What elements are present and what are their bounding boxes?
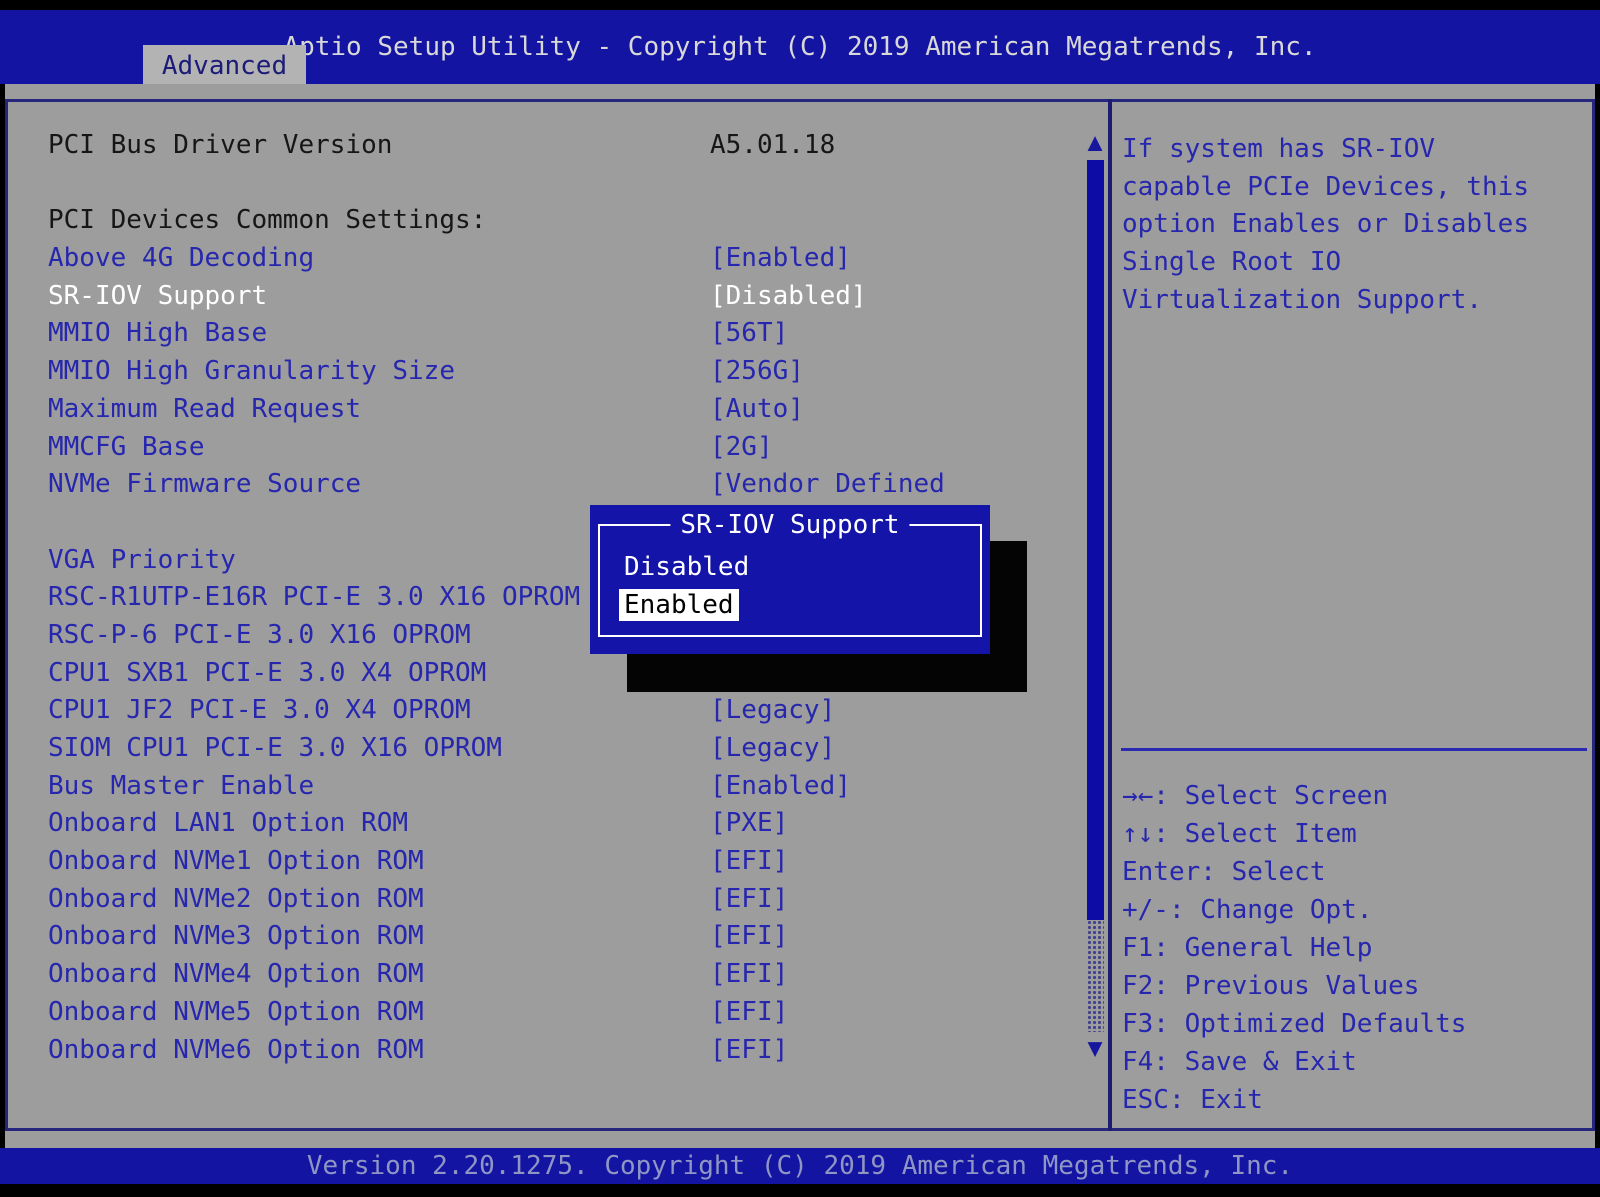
option-value: [256G] — [710, 356, 1085, 394]
option-label: Onboard NVMe6 Option ROM — [48, 1035, 710, 1073]
option-value: [Legacy] — [710, 695, 1085, 733]
bios-option-row[interactable]: SR-IOV Support[Disabled] — [48, 281, 1085, 319]
option-value: [56T] — [710, 318, 1085, 356]
hotkey-hint: F3: Optimized Defaults — [1122, 1005, 1584, 1043]
bios-option-row[interactable]: SIOM CPU1 PCI-E 3.0 X16 OPROM[Legacy] — [48, 733, 1085, 771]
option-label: PCI Bus Driver Version — [48, 130, 710, 168]
help-text-line: Virtualization Support. — [1122, 282, 1584, 320]
hotkey-legend: →←: Select Screen↑↓: Select ItemEnter: S… — [1122, 777, 1584, 1119]
option-value: [EFI] — [710, 1035, 1085, 1073]
help-panel: If system has SR-IOVcapable PCIe Devices… — [1122, 131, 1584, 320]
bios-option-row[interactable]: Onboard NVMe1 Option ROM[EFI] — [48, 846, 1085, 884]
option-label: MMIO High Granularity Size — [48, 356, 710, 394]
option-value: [EFI] — [710, 884, 1085, 922]
option-value: [EFI] — [710, 921, 1085, 959]
option-label: MMIO High Base — [48, 318, 710, 356]
scrollbar-thumb[interactable] — [1087, 160, 1104, 920]
hotkey-hint: F2: Previous Values — [1122, 967, 1584, 1005]
option-label: Onboard LAN1 Option ROM — [48, 808, 710, 846]
option-label: SIOM CPU1 PCI-E 3.0 X16 OPROM — [48, 733, 710, 771]
option-label: PCI Devices Common Settings: — [48, 205, 710, 243]
option-label: Maximum Read Request — [48, 394, 710, 432]
option-label: Onboard NVMe5 Option ROM — [48, 997, 710, 1035]
option-value: [Legacy] — [710, 733, 1085, 771]
sriov-popup: SR-IOV Support DisabledEnabled — [590, 505, 990, 654]
option-value — [710, 205, 1085, 243]
popup-option[interactable]: Enabled — [624, 586, 749, 624]
bios-screen: Aptio Setup Utility - Copyright (C) 2019… — [0, 0, 1600, 1197]
option-label: Onboard NVMe3 Option ROM — [48, 921, 710, 959]
app-title: Aptio Setup Utility - Copyright (C) 2019… — [283, 32, 1316, 62]
option-label: SR-IOV Support — [48, 281, 710, 319]
option-value: [EFI] — [710, 846, 1085, 884]
option-value: [EFI] — [710, 959, 1085, 997]
bios-option-row[interactable]: Onboard NVMe3 Option ROM[EFI] — [48, 921, 1085, 959]
option-value — [710, 168, 1085, 206]
popup-option-selected: Enabled — [619, 589, 739, 621]
bios-option-row[interactable]: MMIO High Granularity Size[256G] — [48, 356, 1085, 394]
popup-title: SR-IOV Support — [670, 511, 909, 539]
bios-option-row[interactable]: Onboard NVMe5 Option ROM[EFI] — [48, 997, 1085, 1035]
popup-option[interactable]: Disabled — [624, 548, 749, 586]
spacer-row — [48, 168, 1085, 206]
option-label: Bus Master Enable — [48, 771, 710, 809]
popup-options: DisabledEnabled — [624, 548, 749, 624]
help-text-line: capable PCIe Devices, this — [1122, 169, 1584, 207]
bios-option-row[interactable]: Maximum Read Request[Auto] — [48, 394, 1085, 432]
bios-option-row[interactable]: NVMe Firmware Source[Vendor Defined — [48, 469, 1085, 507]
option-label: MMCFG Base — [48, 432, 710, 470]
option-label: Onboard NVMe1 Option ROM — [48, 846, 710, 884]
footer-version-text: Version 2.20.1275. Copyright (C) 2019 Am… — [307, 1151, 1293, 1181]
scroll-down-icon[interactable]: ▼ — [1083, 1034, 1107, 1062]
option-value: [Vendor Defined — [710, 469, 1085, 507]
bios-option-row[interactable]: CPU1 JF2 PCI-E 3.0 X4 OPROM[Legacy] — [48, 695, 1085, 733]
option-value: [EFI] — [710, 997, 1085, 1035]
bios-option-row[interactable]: Bus Master Enable[Enabled] — [48, 771, 1085, 809]
hotkey-hint: F4: Save & Exit — [1122, 1043, 1584, 1081]
hotkey-hint: ESC: Exit — [1122, 1081, 1584, 1119]
bios-option-row: PCI Bus Driver VersionA5.01.18 — [48, 130, 1085, 168]
option-label: CPU1 SXB1 PCI-E 3.0 X4 OPROM — [48, 658, 710, 696]
hotkey-hint: →←: Select Screen — [1122, 777, 1584, 815]
option-label: Onboard NVMe2 Option ROM — [48, 884, 710, 922]
bios-option-row[interactable]: Above 4G Decoding[Enabled] — [48, 243, 1085, 281]
bios-option-row[interactable]: Onboard LAN1 Option ROM[PXE] — [48, 808, 1085, 846]
option-value: [2G] — [710, 432, 1085, 470]
help-text-line: If system has SR-IOV — [1122, 131, 1584, 169]
bios-option-row[interactable]: Onboard NVMe2 Option ROM[EFI] — [48, 884, 1085, 922]
bios-option-row[interactable]: Onboard NVMe6 Option ROM[EFI] — [48, 1035, 1085, 1073]
hotkey-hint: F1: General Help — [1122, 929, 1584, 967]
bios-option-row: PCI Devices Common Settings: — [48, 205, 1085, 243]
panel-divider — [1108, 99, 1112, 1131]
help-text-line: option Enables or Disables — [1122, 206, 1584, 244]
option-label — [48, 168, 710, 206]
hotkey-hint: +/-: Change Opt. — [1122, 891, 1584, 929]
option-value: A5.01.18 — [710, 130, 1085, 168]
option-value: [Auto] — [710, 394, 1085, 432]
tab-advanced[interactable]: Advanced — [143, 45, 306, 88]
option-label: Above 4G Decoding — [48, 243, 710, 281]
scroll-up-icon[interactable]: ▲ — [1083, 128, 1107, 156]
tab-label: Advanced — [162, 51, 287, 81]
option-value: [Enabled] — [710, 771, 1085, 809]
footer-bar: Version 2.20.1275. Copyright (C) 2019 Am… — [0, 1148, 1600, 1184]
help-text-line: Single Root IO — [1122, 244, 1584, 282]
hotkey-hint: ↑↓: Select Item — [1122, 815, 1584, 853]
hotkey-hint: Enter: Select — [1122, 853, 1584, 891]
option-value: [Enabled] — [710, 243, 1085, 281]
option-value: [PXE] — [710, 808, 1085, 846]
bios-option-row[interactable]: Onboard NVMe4 Option ROM[EFI] — [48, 959, 1085, 997]
bios-option-row[interactable]: MMIO High Base[56T] — [48, 318, 1085, 356]
option-label: NVMe Firmware Source — [48, 469, 710, 507]
popup-frame: SR-IOV Support DisabledEnabled — [598, 524, 982, 637]
scrollbar-track[interactable] — [1087, 920, 1104, 1032]
option-label: CPU1 JF2 PCI-E 3.0 X4 OPROM — [48, 695, 710, 733]
bios-option-row[interactable]: MMCFG Base[2G] — [48, 432, 1085, 470]
option-label: Onboard NVMe4 Option ROM — [48, 959, 710, 997]
option-value: [Disabled] — [710, 281, 1085, 319]
help-separator — [1121, 748, 1587, 751]
